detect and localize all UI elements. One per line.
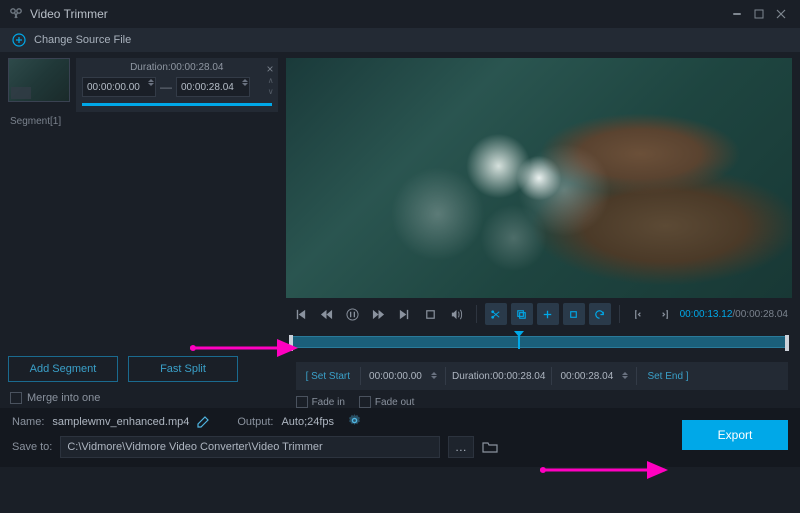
- app-logo-icon: [8, 6, 24, 22]
- add-segment-button[interactable]: Add Segment: [8, 356, 118, 382]
- volume-icon[interactable]: [446, 303, 468, 325]
- range-start-input[interactable]: [367, 371, 439, 382]
- range-dash: —: [160, 80, 172, 94]
- total-time: /00:00:28.04: [732, 309, 788, 320]
- export-button[interactable]: Export: [682, 420, 788, 450]
- split-icon[interactable]: [485, 303, 507, 325]
- segment-end-input[interactable]: [176, 77, 250, 97]
- bracket-in-icon[interactable]: [628, 303, 650, 325]
- segment-start-input[interactable]: [82, 77, 156, 97]
- range-end-input[interactable]: [558, 371, 630, 382]
- rewind-icon[interactable]: [316, 303, 338, 325]
- segment-name-label: Segment[1]: [8, 116, 278, 127]
- filename-value: samplewmv_enhanced.mp4: [52, 416, 189, 428]
- save-path-input[interactable]: [60, 436, 440, 458]
- undo-icon[interactable]: [589, 303, 611, 325]
- app-title: Video Trimmer: [30, 7, 726, 21]
- spin-up-icon[interactable]: [148, 79, 154, 82]
- segment-duration-label: Duration:00:00:28.04: [82, 62, 272, 73]
- skip-start-icon[interactable]: [290, 303, 312, 325]
- segment-panel: × ∧ ∨ Duration:00:00:28.04 —: [0, 52, 286, 408]
- change-source-bar[interactable]: Change Source File: [0, 28, 800, 52]
- play-pause-icon[interactable]: [342, 303, 364, 325]
- footer: Name: samplewmv_enhanced.mp4 Output: Aut…: [0, 408, 800, 467]
- forward-icon[interactable]: [368, 303, 390, 325]
- add-icon[interactable]: [537, 303, 559, 325]
- current-time: 00:00:13.12: [680, 309, 733, 320]
- segment-thumbnail[interactable]: [8, 58, 70, 102]
- maximize-button[interactable]: [748, 3, 770, 25]
- close-button[interactable]: [770, 3, 792, 25]
- set-end-button[interactable]: Set End: [643, 371, 692, 382]
- name-label: Name:: [12, 416, 44, 428]
- spin-down-icon[interactable]: [148, 83, 154, 86]
- segment-down-icon[interactable]: ∨: [268, 87, 274, 96]
- edit-name-icon[interactable]: [197, 416, 209, 428]
- plus-circle-icon: [12, 33, 26, 47]
- output-value: Auto;24fps: [281, 416, 334, 428]
- minimize-button[interactable]: [726, 3, 748, 25]
- skip-end-icon[interactable]: [394, 303, 416, 325]
- output-settings-icon[interactable]: [348, 414, 361, 430]
- timecode: 00:00:13.12/00:00:28.04: [680, 309, 788, 320]
- copy-icon[interactable]: [511, 303, 533, 325]
- browse-path-button[interactable]: …: [448, 436, 474, 458]
- trim-handle-left[interactable]: [289, 335, 293, 351]
- spin-down-icon[interactable]: [431, 376, 437, 379]
- playback-controls: 00:00:13.12/00:00:28.04: [286, 298, 792, 330]
- video-preview[interactable]: [286, 58, 792, 298]
- fast-split-button[interactable]: Fast Split: [128, 356, 238, 382]
- trim-handle-right[interactable]: [785, 335, 789, 351]
- fade-in-checkbox[interactable]: [296, 396, 308, 408]
- spin-down-icon[interactable]: [622, 376, 628, 379]
- stop-icon[interactable]: [420, 303, 442, 325]
- bracket-out-icon[interactable]: [654, 303, 676, 325]
- spin-up-icon[interactable]: [431, 372, 437, 375]
- spin-up-icon[interactable]: [622, 372, 628, 375]
- playhead-marker[interactable]: [514, 331, 524, 341]
- segment-editor: × ∧ ∨ Duration:00:00:28.04 —: [76, 58, 278, 112]
- remove-segment-icon[interactable]: ×: [267, 62, 274, 76]
- fade-out-checkbox[interactable]: [359, 396, 371, 408]
- segment-up-icon[interactable]: ∧: [268, 76, 274, 85]
- fade-out-label: Fade out: [375, 397, 414, 408]
- merge-label: Merge into one: [27, 392, 100, 404]
- range-duration-label: Duration:00:00:28.04: [452, 371, 545, 382]
- spin-up-icon[interactable]: [242, 79, 248, 82]
- change-source-label: Change Source File: [34, 34, 131, 46]
- set-start-button[interactable]: Set Start: [302, 371, 354, 382]
- timeline[interactable]: [286, 330, 792, 358]
- output-label: Output:: [237, 416, 273, 428]
- titlebar: Video Trimmer: [0, 0, 800, 28]
- fade-in-label: Fade in: [312, 397, 345, 408]
- merge-checkbox[interactable]: [10, 392, 22, 404]
- save-to-label: Save to:: [12, 441, 52, 453]
- delete-icon[interactable]: [563, 303, 585, 325]
- segment-progress: [82, 103, 272, 106]
- open-folder-icon[interactable]: [482, 440, 498, 454]
- range-bar: Set Start Duration:00:00:28.04 Set End: [296, 362, 788, 390]
- spin-down-icon[interactable]: [242, 83, 248, 86]
